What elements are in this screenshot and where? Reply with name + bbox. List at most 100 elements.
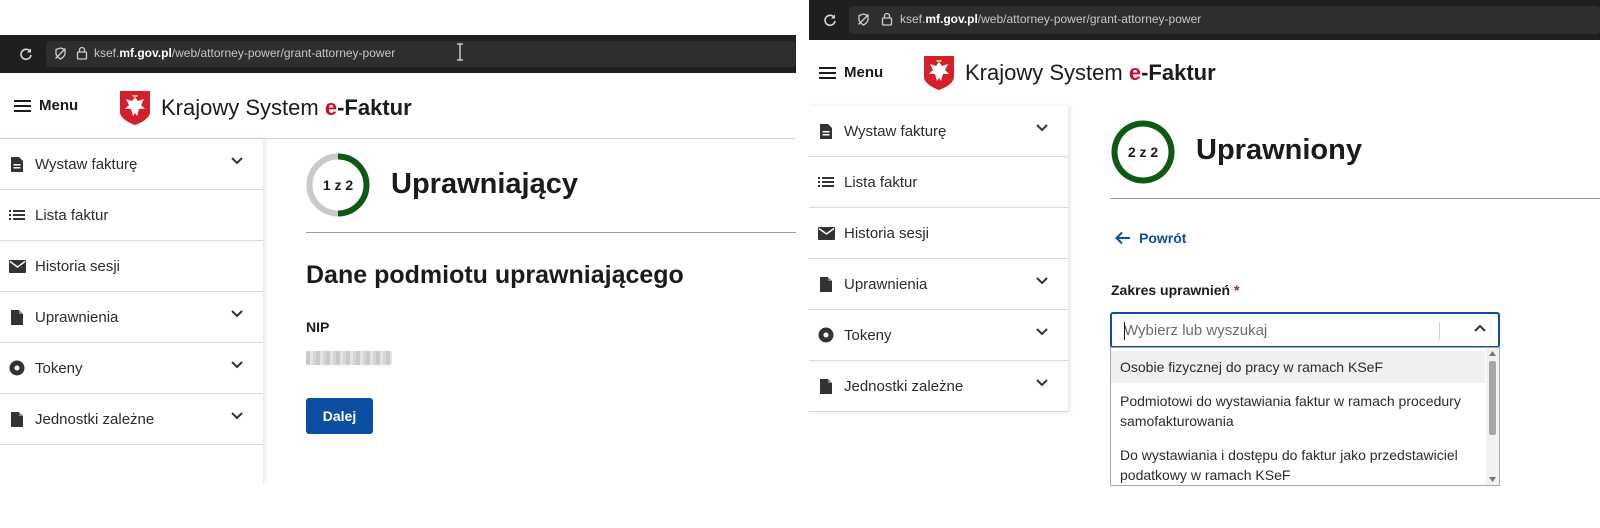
- scrollbar-thumb[interactable]: [1489, 361, 1496, 435]
- hamburger-icon: [14, 99, 31, 112]
- sidebar-item-lista-faktur[interactable]: Lista faktur: [0, 190, 263, 241]
- list-icon: [817, 173, 835, 191]
- sidebar-item-lista-faktur[interactable]: Lista faktur: [809, 157, 1068, 208]
- step-label: 1 z 2: [323, 177, 354, 193]
- text-caret: [1124, 322, 1125, 340]
- sidebar-item-label: Tokeny: [844, 326, 892, 344]
- sidebar-item-label: Uprawnienia: [844, 275, 928, 293]
- arrow-left-icon: [1115, 231, 1130, 245]
- chevron-down-icon: [231, 157, 243, 165]
- sidebar-item-label: Tokeny: [35, 359, 83, 377]
- ksef-logo[interactable]: Krajowy System e-Faktur: [923, 55, 1216, 91]
- sidebar-item-jednostki-zalezne[interactable]: Jednostki zależne: [809, 361, 1068, 412]
- scope-select-input[interactable]: Wybierz lub wyszukaj: [1124, 322, 1267, 339]
- sidebar-item-label: Jednostki zależne: [35, 410, 155, 428]
- scroll-up-icon[interactable]: [1489, 351, 1496, 356]
- sidebar-item-uprawnienia[interactable]: Uprawnienia: [0, 292, 263, 343]
- browser-toolbar: ksef.mf.gov.pl/web/attorney-power/grant-…: [0, 35, 796, 73]
- nip-value-redacted: [306, 351, 392, 365]
- url-text: ksef.mf.gov.pl/web/attorney-power/grant-…: [900, 12, 1202, 26]
- eagle-emblem-icon: [924, 56, 954, 90]
- envelope-icon: [8, 257, 26, 275]
- browser-toolbar: ksef.mf.gov.pl/web/attorney-power/grant-…: [809, 0, 1600, 40]
- panel-divider: [796, 0, 809, 528]
- chevron-down-icon: [231, 412, 243, 420]
- sidebar-item-jednostki-zalezne[interactable]: Jednostki zależne: [0, 394, 263, 445]
- app-header: Menu Krajowy System e-Faktur: [0, 73, 796, 139]
- dropdown-option[interactable]: Podmiotowi do wystawiania faktur w ramac…: [1111, 388, 1485, 434]
- hamburger-icon: [819, 66, 836, 79]
- menu-label: Menu: [844, 64, 884, 81]
- required-marker: *: [1233, 282, 1240, 298]
- sidebar: Wystaw fakturę Lista faktur Historia ses…: [0, 139, 263, 484]
- document-icon: [8, 410, 26, 428]
- lock-icon[interactable]: [881, 12, 893, 26]
- document-icon: [817, 122, 835, 140]
- reload-icon[interactable]: [823, 13, 837, 27]
- step-progress-ring: 2 z 2: [1111, 120, 1175, 184]
- page-title: Uprawniony: [1196, 134, 1362, 166]
- sidebar-item-label: Lista faktur: [844, 173, 918, 191]
- nip-label: NIP: [306, 319, 330, 335]
- envelope-icon: [817, 224, 835, 242]
- main-content: 1 z 2 Uprawniający Dane podmiotu uprawni…: [263, 139, 796, 484]
- token-icon: [8, 359, 26, 377]
- menu-label: Menu: [39, 97, 79, 114]
- dropdown-scrollbar[interactable]: [1486, 348, 1499, 485]
- brand-name: Krajowy System e-Faktur: [965, 60, 1216, 85]
- sidebar: Wystaw fakturę Lista faktur Historia ses…: [809, 106, 1068, 412]
- next-button[interactable]: Dalej: [306, 398, 373, 434]
- document-icon: [817, 377, 835, 395]
- sidebar-item-historia-sesji[interactable]: Historia sesji: [0, 241, 263, 292]
- page-title: Uprawniający: [391, 168, 578, 200]
- ksef-logo[interactable]: Krajowy System e-Faktur: [119, 90, 412, 126]
- sidebar-item-tokeny[interactable]: Tokeny: [809, 310, 1068, 361]
- scope-select[interactable]: Wybierz lub wyszukaj: [1110, 312, 1500, 348]
- menu-button[interactable]: Menu: [14, 97, 78, 114]
- sidebar-item-label: Wystaw fakturę: [844, 122, 947, 140]
- chevron-down-icon: [231, 310, 243, 318]
- sidebar-item-label: Uprawnienia: [35, 308, 119, 326]
- title-divider: [306, 232, 796, 233]
- scroll-down-icon[interactable]: [1489, 477, 1496, 482]
- left-screenshot-panel: ksef.mf.gov.pl/web/attorney-power/grant-…: [0, 0, 796, 484]
- address-bar[interactable]: ksef.mf.gov.pl/web/attorney-power/grant-…: [46, 41, 796, 67]
- scope-dropdown: Osobie fizycznej do pracy w ramach KSeF …: [1110, 347, 1500, 486]
- sidebar-item-label: Jednostki zależne: [844, 377, 964, 395]
- select-separator: [1439, 322, 1440, 340]
- sidebar-item-historia-sesji[interactable]: Historia sesji: [809, 208, 1068, 259]
- chevron-down-icon: [1036, 379, 1048, 387]
- app-header: Menu Krajowy System e-Faktur: [809, 40, 1600, 106]
- sidebar-item-uprawnienia[interactable]: Uprawnienia: [809, 259, 1068, 310]
- brand-name: Krajowy System e-Faktur: [161, 95, 412, 120]
- eagle-emblem-icon: [120, 91, 150, 125]
- token-icon: [817, 326, 835, 344]
- sidebar-item-label: Historia sesji: [844, 224, 930, 242]
- right-screenshot-panel: ksef.mf.gov.pl/web/attorney-power/grant-…: [809, 0, 1600, 528]
- tracking-shield-icon[interactable]: [857, 13, 870, 26]
- chevron-up-icon[interactable]: [1474, 324, 1486, 332]
- sidebar-item-wystaw-fakture[interactable]: Wystaw fakturę: [809, 106, 1068, 157]
- lock-icon[interactable]: [76, 46, 88, 60]
- menu-button[interactable]: Menu: [819, 64, 883, 81]
- text-cursor-icon: [457, 43, 463, 61]
- tracking-shield-icon[interactable]: [54, 47, 67, 60]
- dropdown-option[interactable]: Osobie fizycznej do pracy w ramach KSeF: [1111, 351, 1485, 383]
- main-content: 2 z 2 Uprawniony Powrót Zakres uprawnień…: [1068, 106, 1600, 528]
- chevron-down-icon: [231, 361, 243, 369]
- sidebar-item-wystaw-fakture[interactable]: Wystaw fakturę: [0, 139, 263, 190]
- chevron-down-icon: [1036, 277, 1048, 285]
- section-title: Dane podmiotu uprawniającego: [306, 261, 684, 289]
- title-divider: [1110, 198, 1600, 199]
- document-icon: [8, 155, 26, 173]
- dropdown-option[interactable]: Do wystawiania i dostępu do faktur jako …: [1111, 442, 1485, 485]
- reload-icon[interactable]: [19, 47, 33, 61]
- url-text: ksef.mf.gov.pl/web/attorney-power/grant-…: [94, 46, 396, 60]
- sidebar-item-label: Wystaw fakturę: [35, 155, 138, 173]
- address-bar[interactable]: ksef.mf.gov.pl/web/attorney-power/grant-…: [849, 6, 1600, 34]
- chevron-down-icon: [1036, 328, 1048, 336]
- document-icon: [817, 275, 835, 293]
- back-link[interactable]: Powrót: [1115, 230, 1186, 246]
- sidebar-item-label: Lista faktur: [35, 206, 109, 224]
- sidebar-item-tokeny[interactable]: Tokeny: [0, 343, 263, 394]
